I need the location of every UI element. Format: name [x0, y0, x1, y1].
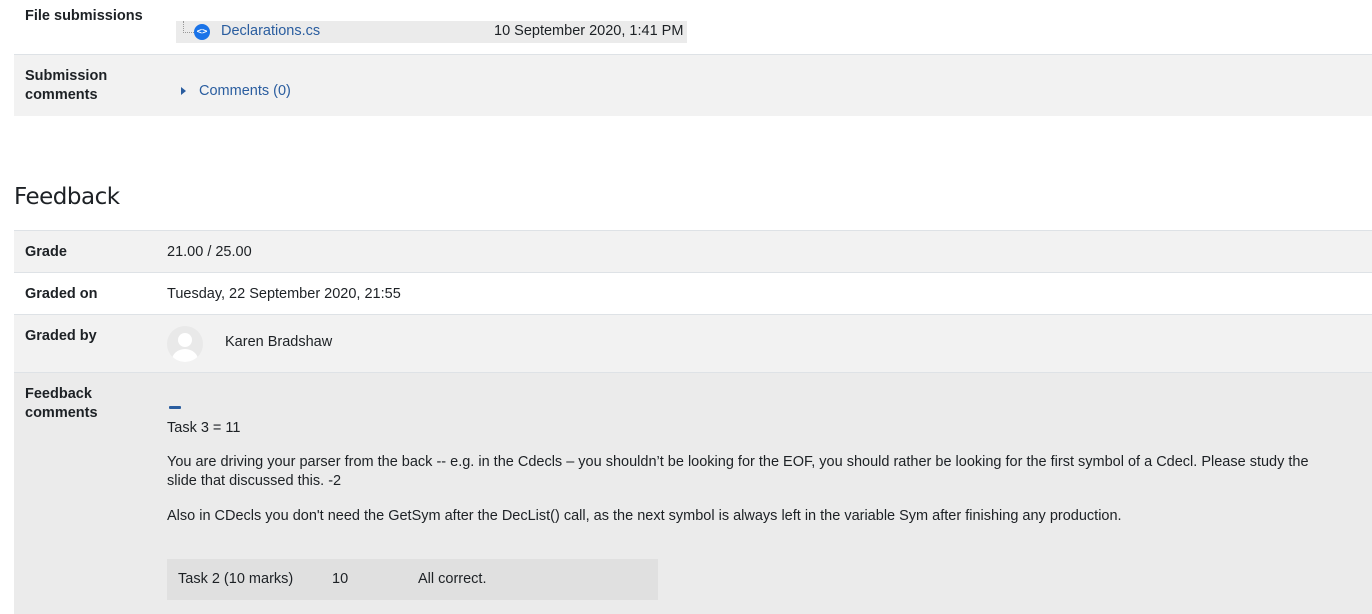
task-name-cell: Task 2 (10 marks) — [178, 571, 294, 587]
file-tree-item: <> Declarations.cs 10 September 2020, 1:… — [176, 21, 687, 43]
submission-comments-label-line2: comments — [25, 87, 98, 103]
task3-score: Task 3 = 11 — [167, 420, 241, 436]
submission-comments-row: Submission comments Comments (0) — [14, 54, 1372, 116]
feedback-comments-label: Feedback comments — [25, 385, 98, 423]
feedback-comments-row: Feedback comments Task 3 = 11 You are dr… — [14, 372, 1372, 614]
file-link[interactable]: Declarations.cs — [221, 22, 320, 41]
grade-row: Grade 21.00 / 25.00 — [14, 230, 1372, 273]
graded-on-row: Graded on Tuesday, 22 September 2020, 21… — [14, 272, 1372, 315]
feedback-paragraph-2: Also in CDecls you don't need the GetSym… — [167, 508, 1122, 524]
graded-by-label: Graded by — [25, 328, 97, 344]
submission-comments-label: Submission comments — [25, 67, 107, 105]
feedback-comments-label-line1: Feedback — [25, 386, 92, 402]
caret-right-icon[interactable] — [181, 87, 186, 95]
feedback-paragraph-1: You are driving your parser from the bac… — [167, 453, 1362, 491]
code-file-icon: <> — [194, 24, 210, 40]
tree-connector — [183, 21, 194, 33]
user-avatar-icon — [167, 326, 203, 362]
feedback-paragraph-1-line1: You are driving your parser from the bac… — [167, 454, 1309, 470]
graded-on-label: Graded on — [25, 286, 98, 302]
grader-name: Karen Bradshaw — [225, 334, 333, 350]
task-table-row: Task 2 (10 marks) 10 All correct. — [167, 559, 658, 600]
feedback-comments-label-line2: comments — [25, 405, 98, 421]
file-submissions-row: File submissions <> Declarations.cs 10 S… — [14, 0, 1372, 55]
graded-on-value: Tuesday, 22 September 2020, 21:55 — [167, 286, 401, 302]
file-date: 10 September 2020, 1:41 PM — [494, 23, 684, 39]
comments-toggle-link[interactable]: Comments (0) — [199, 82, 291, 101]
feedback-heading: Feedback — [14, 184, 120, 210]
grade-label: Grade — [25, 244, 67, 260]
task-comment-cell: All correct. — [418, 571, 487, 587]
submission-comments-label-line1: Submission — [25, 68, 108, 84]
grade-value: 21.00 / 25.00 — [167, 244, 252, 260]
task-marks-cell: 10 — [332, 571, 349, 587]
file-submissions-label: File submissions — [25, 8, 143, 24]
graded-by-row: Graded by Karen Bradshaw — [14, 314, 1372, 373]
feedback-paragraph-1-line2: slide that discussed this. -2 — [167, 473, 342, 489]
collapse-dash-icon[interactable] — [169, 406, 181, 409]
